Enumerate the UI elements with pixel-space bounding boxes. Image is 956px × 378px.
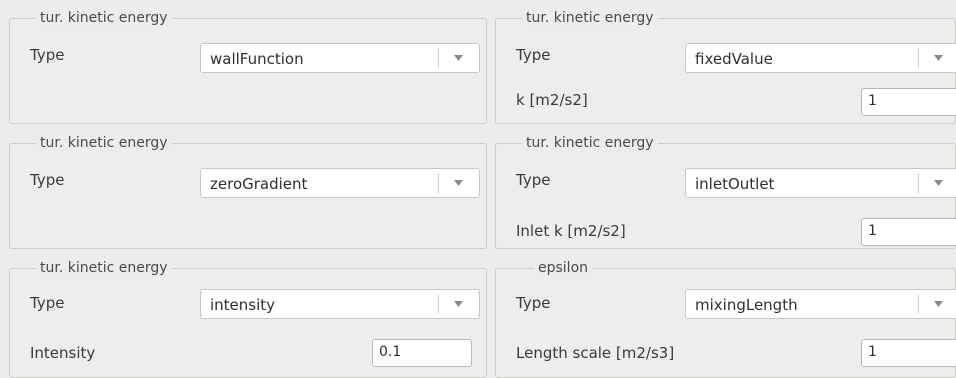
type-label: Type	[30, 294, 65, 312]
panel-tke-inletoutlet: tur. kinetic energy Type inletOutlet Inl…	[495, 134, 956, 249]
k-field[interactable]	[861, 88, 956, 116]
chevron-down-icon	[454, 301, 463, 307]
intensity-input[interactable]	[379, 344, 458, 360]
inlet-k-label: Inlet k [m2/s2]	[516, 222, 626, 240]
length-scale-label: Length scale [m2/s3]	[516, 344, 675, 362]
type-label: Type	[516, 294, 551, 312]
chevron-down-icon	[934, 180, 943, 186]
type-combobox-value: inletOutlet	[695, 175, 775, 193]
type-combobox-value: zeroGradient	[210, 175, 308, 193]
k-input[interactable]	[868, 93, 947, 109]
panel-legend: tur. kinetic energy	[36, 259, 172, 277]
length-scale-input[interactable]	[868, 344, 947, 360]
k-label: k [m2/s2]	[516, 91, 588, 109]
intensity-field[interactable]	[372, 339, 472, 367]
type-combobox[interactable]: wallFunction	[200, 43, 480, 73]
panel-tke-intensity: tur. kinetic energy Type intensity Inten…	[9, 259, 487, 378]
chevron-down-icon	[454, 180, 463, 186]
combobox-dropdown-button[interactable]	[919, 290, 956, 318]
type-label: Type	[516, 171, 551, 189]
chevron-down-icon	[934, 55, 943, 61]
type-label: Type	[516, 46, 551, 64]
panel-tke-wallfunction: tur. kinetic energy Type wallFunction	[9, 9, 487, 124]
type-combobox-value: fixedValue	[695, 50, 773, 68]
type-combobox[interactable]: fixedValue	[685, 43, 956, 73]
type-combobox[interactable]: intensity	[200, 289, 480, 319]
panel-legend: tur. kinetic energy	[522, 9, 658, 27]
panel-tke-fixedvalue: tur. kinetic energy Type fixedValue k [m…	[495, 9, 956, 124]
inlet-k-input[interactable]	[868, 223, 947, 239]
type-label: Type	[30, 46, 65, 64]
chevron-down-icon	[934, 301, 943, 307]
panel-legend: tur. kinetic energy	[36, 9, 172, 27]
type-combobox[interactable]: zeroGradient	[200, 168, 480, 198]
panel-legend: tur. kinetic energy	[522, 134, 658, 152]
panel-epsilon-mixinglength: epsilon Type mixingLength Length scale […	[495, 259, 956, 378]
combobox-dropdown-button[interactable]	[439, 44, 479, 72]
type-combobox[interactable]: inletOutlet	[685, 168, 956, 198]
combobox-dropdown-button[interactable]	[439, 290, 479, 318]
chevron-down-icon	[454, 55, 463, 61]
combobox-dropdown-button[interactable]	[439, 169, 479, 197]
intensity-label: Intensity	[30, 344, 96, 362]
type-label: Type	[30, 171, 65, 189]
combobox-dropdown-button[interactable]	[919, 44, 956, 72]
length-scale-field[interactable]	[861, 339, 956, 367]
inlet-k-field[interactable]	[861, 218, 956, 246]
type-combobox[interactable]: mixingLength	[685, 289, 956, 319]
combobox-dropdown-button[interactable]	[919, 169, 956, 197]
panel-tke-zerogradient: tur. kinetic energy Type zeroGradient	[9, 134, 487, 249]
panel-legend: epsilon	[534, 259, 593, 277]
type-combobox-value: intensity	[210, 296, 276, 314]
type-combobox-value: mixingLength	[695, 296, 798, 314]
type-combobox-value: wallFunction	[210, 50, 304, 68]
panel-legend: tur. kinetic energy	[36, 134, 172, 152]
